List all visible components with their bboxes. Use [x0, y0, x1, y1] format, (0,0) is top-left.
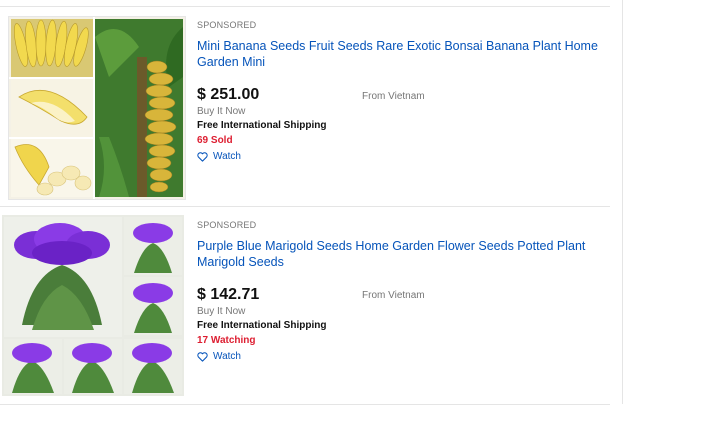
watch-button[interactable]: Watch — [197, 151, 241, 162]
search-results-list: SPONSORED Mini Banana Seeds Fruit Seeds … — [0, 0, 623, 405]
buy-format: Buy It Now — [197, 106, 246, 117]
heart-icon — [197, 351, 208, 362]
product-image[interactable] — [8, 16, 186, 200]
watch-button[interactable]: Watch — [197, 351, 241, 362]
marigold-image — [2, 215, 184, 396]
shipping-info: Free International Shipping — [197, 320, 327, 331]
item-location: From Vietnam — [362, 91, 425, 102]
watch-label: Watch — [213, 151, 241, 162]
banana-image — [9, 17, 185, 199]
watch-label: Watch — [213, 351, 241, 362]
product-image[interactable] — [2, 215, 184, 396]
list-item: SPONSORED Mini Banana Seeds Fruit Seeds … — [0, 7, 610, 207]
heart-icon — [197, 151, 208, 162]
list-item: SPONSORED Purple Blue Marigold Seeds Hom… — [0, 207, 610, 405]
item-price: $ 251.00 — [197, 86, 260, 103]
item-title-link[interactable]: Mini Banana Seeds Fruit Seeds Rare Exoti… — [197, 38, 612, 70]
item-price: $ 142.71 — [197, 286, 260, 303]
shipping-info: Free International Shipping — [197, 120, 327, 131]
item-location: From Vietnam — [362, 290, 425, 301]
item-title-link[interactable]: Purple Blue Marigold Seeds Home Garden F… — [197, 238, 612, 270]
sold-count: 69 Sold — [197, 135, 233, 146]
sponsored-label: SPONSORED — [197, 20, 257, 30]
sponsored-label: SPONSORED — [197, 220, 257, 230]
watching-count: 17 Watching — [197, 335, 256, 346]
buy-format: Buy It Now — [197, 306, 246, 317]
